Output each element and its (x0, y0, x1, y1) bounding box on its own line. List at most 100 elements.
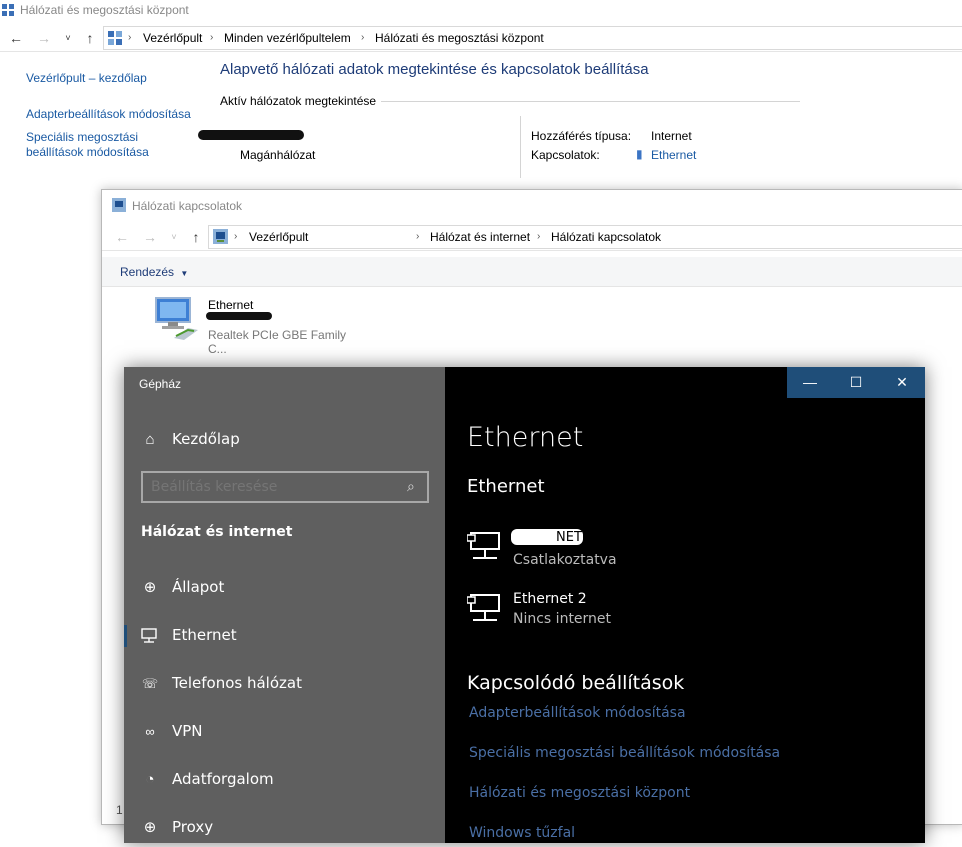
globe-icon: ⊕ (143, 579, 157, 596)
ethernet-plug-icon: ▮ (636, 147, 643, 161)
breadcrumb-separator: › (361, 32, 365, 43)
dropdown-arrow-icon: ▼ (180, 269, 189, 278)
search-icon: ⌕ (407, 478, 415, 494)
change-adapter-settings-link[interactable]: Adapterbeállítások módosítása (26, 107, 191, 121)
breadcrumb-network-internet[interactable]: Hálózat és internet (430, 230, 530, 244)
status-bar-fragment: 1 (116, 803, 123, 817)
nav-data-usage[interactable]: ◔ Adatforgalom (124, 759, 445, 799)
up-arrow-icon[interactable]: ↑ (188, 229, 204, 245)
related-settings-title: Kapcsolódó beállítások (467, 672, 685, 694)
breadcrumb-separator: › (210, 32, 214, 43)
window-controls: — ☐ ✕ (787, 367, 925, 398)
nav-dialup-label: Telefonos hálózat (172, 674, 302, 692)
network-1-status: Csatlakoztatva (513, 552, 617, 568)
nav-home[interactable]: ⌂ Kezdőlap (124, 419, 445, 459)
nav-dialup[interactable]: ☏ Telefonos hálózat (124, 663, 445, 703)
breadcrumb-control-panel[interactable]: Vezérlőpult (249, 230, 308, 244)
network-adapter-icon (155, 297, 198, 340)
nav-status-label: Állapot (172, 578, 225, 596)
vertical-divider (520, 116, 521, 178)
back-arrow-icon[interactable]: ← (8, 30, 24, 46)
section-title: Ethernet (467, 476, 545, 497)
section-divider (381, 101, 800, 102)
network-item-1[interactable]: NET Csatlakoztatva (467, 525, 767, 573)
window1-titlebar: Hálózati és megosztási központ (0, 0, 962, 22)
network-2-status: Nincs internet (513, 611, 612, 627)
window2-navbar: ← → ˅ ↑ › Vezérlőpult › Hálózat és inter… (102, 224, 962, 251)
access-type-label: Hozzáférés típusa: (531, 129, 632, 143)
control-panel-icon (108, 31, 122, 45)
organize-label: Rendezés (120, 265, 175, 279)
dialup-icon: ☏ (141, 676, 159, 691)
breadcrumb-all-items[interactable]: Minden vezérlőpultelem (224, 31, 351, 45)
window1-title: Hálózati és megosztási központ (20, 3, 189, 17)
address-bar[interactable]: › Vezérlőpult › Hálózat és internet › Há… (208, 225, 962, 249)
selected-indicator (124, 625, 127, 647)
settings-search-input[interactable] (151, 477, 391, 497)
recent-chevron-icon[interactable]: ˅ (166, 229, 182, 245)
back-arrow-icon[interactable]: ← (114, 229, 130, 245)
network-folder-icon (213, 229, 228, 244)
ethernet-icon (467, 594, 500, 621)
page-heading: Alapvető hálózati adatok megtekintése és… (220, 61, 649, 78)
nav-data-usage-label: Adatforgalom (172, 770, 274, 788)
adapter-item-ethernet[interactable]: Ethernet Realtek PCIe GBE Family C... (152, 294, 362, 356)
window1-navbar: ← → ˅ ↑ › Vezérlőpult › Minden vezérlőpu… (0, 25, 962, 52)
control-panel-home-link[interactable]: Vezérlőpult – kezdőlap (26, 71, 147, 85)
nav-proxy-label: Proxy (172, 818, 214, 836)
nav-proxy[interactable]: ⊕ Proxy (124, 807, 445, 847)
access-type-value: Internet (651, 129, 692, 143)
network-connections-icon (112, 198, 126, 212)
advanced-sharing-line2: beállítások módosítása (26, 145, 149, 159)
maximize-icon[interactable]: ☐ (833, 367, 879, 398)
nav-status[interactable]: ⊕ Állapot (124, 567, 445, 607)
proxy-icon: ⊕ (143, 819, 157, 836)
advanced-sharing-link[interactable]: Speciális megosztási beállítások módosít… (469, 745, 780, 761)
page-title: Ethernet (467, 422, 584, 453)
settings-search-box[interactable]: ⌕ (141, 471, 429, 503)
minimize-icon[interactable]: — (787, 367, 833, 398)
network-1-name: NET (556, 530, 582, 545)
ethernet-icon (141, 628, 157, 643)
adapter-name: Ethernet (208, 298, 254, 312)
adapter-device: Realtek PCIe GBE Family C... (208, 328, 347, 356)
advanced-sharing-settings-link[interactable]: Speciális megosztási beállítások módosít… (26, 130, 149, 159)
network-center-link[interactable]: Hálózati és megosztási központ (469, 785, 690, 801)
forward-arrow-icon[interactable]: → (142, 229, 158, 245)
nav-ethernet[interactable]: Ethernet (124, 615, 445, 655)
connections-label: Kapcsolatok: (531, 148, 600, 162)
breadcrumb-network-connections[interactable]: Hálózati kapcsolatok (551, 230, 661, 244)
vpn-icon: ∞ (145, 724, 155, 739)
nav-vpn-label: VPN (172, 722, 203, 740)
command-bar: Rendezés ▼ (102, 257, 962, 287)
address-bar[interactable]: › Vezérlőpult › Minden vezérlőpultelem ›… (103, 26, 962, 50)
data-usage-icon: ◔ (145, 771, 155, 788)
settings-sidebar: Gépház ⌂ Kezdőlap ⌕ Hálózat és internet … (124, 367, 445, 843)
network-type: Magánhálózat (240, 148, 316, 162)
settings-app-title: Gépház (139, 377, 182, 391)
network-2-name: Ethernet 2 (513, 591, 587, 607)
redacted-network-name (198, 130, 304, 140)
nav-home-label: Kezdőlap (172, 430, 240, 448)
breadcrumb-control-panel[interactable]: Vezérlőpult (143, 31, 202, 45)
close-icon[interactable]: ✕ (879, 367, 925, 398)
advanced-sharing-line1: Speciális megosztási (26, 130, 139, 144)
breadcrumb-separator: › (128, 32, 132, 43)
ethernet-icon (467, 532, 500, 559)
breadcrumb-network-center[interactable]: Hálózati és megosztási központ (375, 31, 544, 45)
adapter-settings-link[interactable]: Adapterbeállítások módosítása (469, 705, 686, 721)
active-networks-label: Aktív hálózatok megtekintése (220, 94, 377, 108)
breadcrumb-separator: › (416, 231, 420, 242)
home-icon: ⌂ (145, 431, 155, 448)
organize-button[interactable]: Rendezés ▼ (120, 265, 188, 279)
nav-vpn[interactable]: ∞ VPN (124, 711, 445, 751)
up-arrow-icon[interactable]: ↑ (82, 30, 98, 46)
breadcrumb-separator: › (234, 231, 238, 242)
recent-chevron-icon[interactable]: ˅ (60, 30, 76, 46)
settings-window: Gépház ⌂ Kezdőlap ⌕ Hálózat és internet … (124, 367, 925, 843)
ethernet-connection-link[interactable]: Ethernet (651, 148, 696, 162)
network-item-2[interactable]: Ethernet 2 Nincs internet (467, 589, 767, 637)
windows-firewall-link[interactable]: Windows tűzfal (469, 825, 575, 841)
window2-title: Hálózati kapcsolatok (132, 199, 243, 213)
forward-arrow-icon[interactable]: → (36, 30, 52, 46)
